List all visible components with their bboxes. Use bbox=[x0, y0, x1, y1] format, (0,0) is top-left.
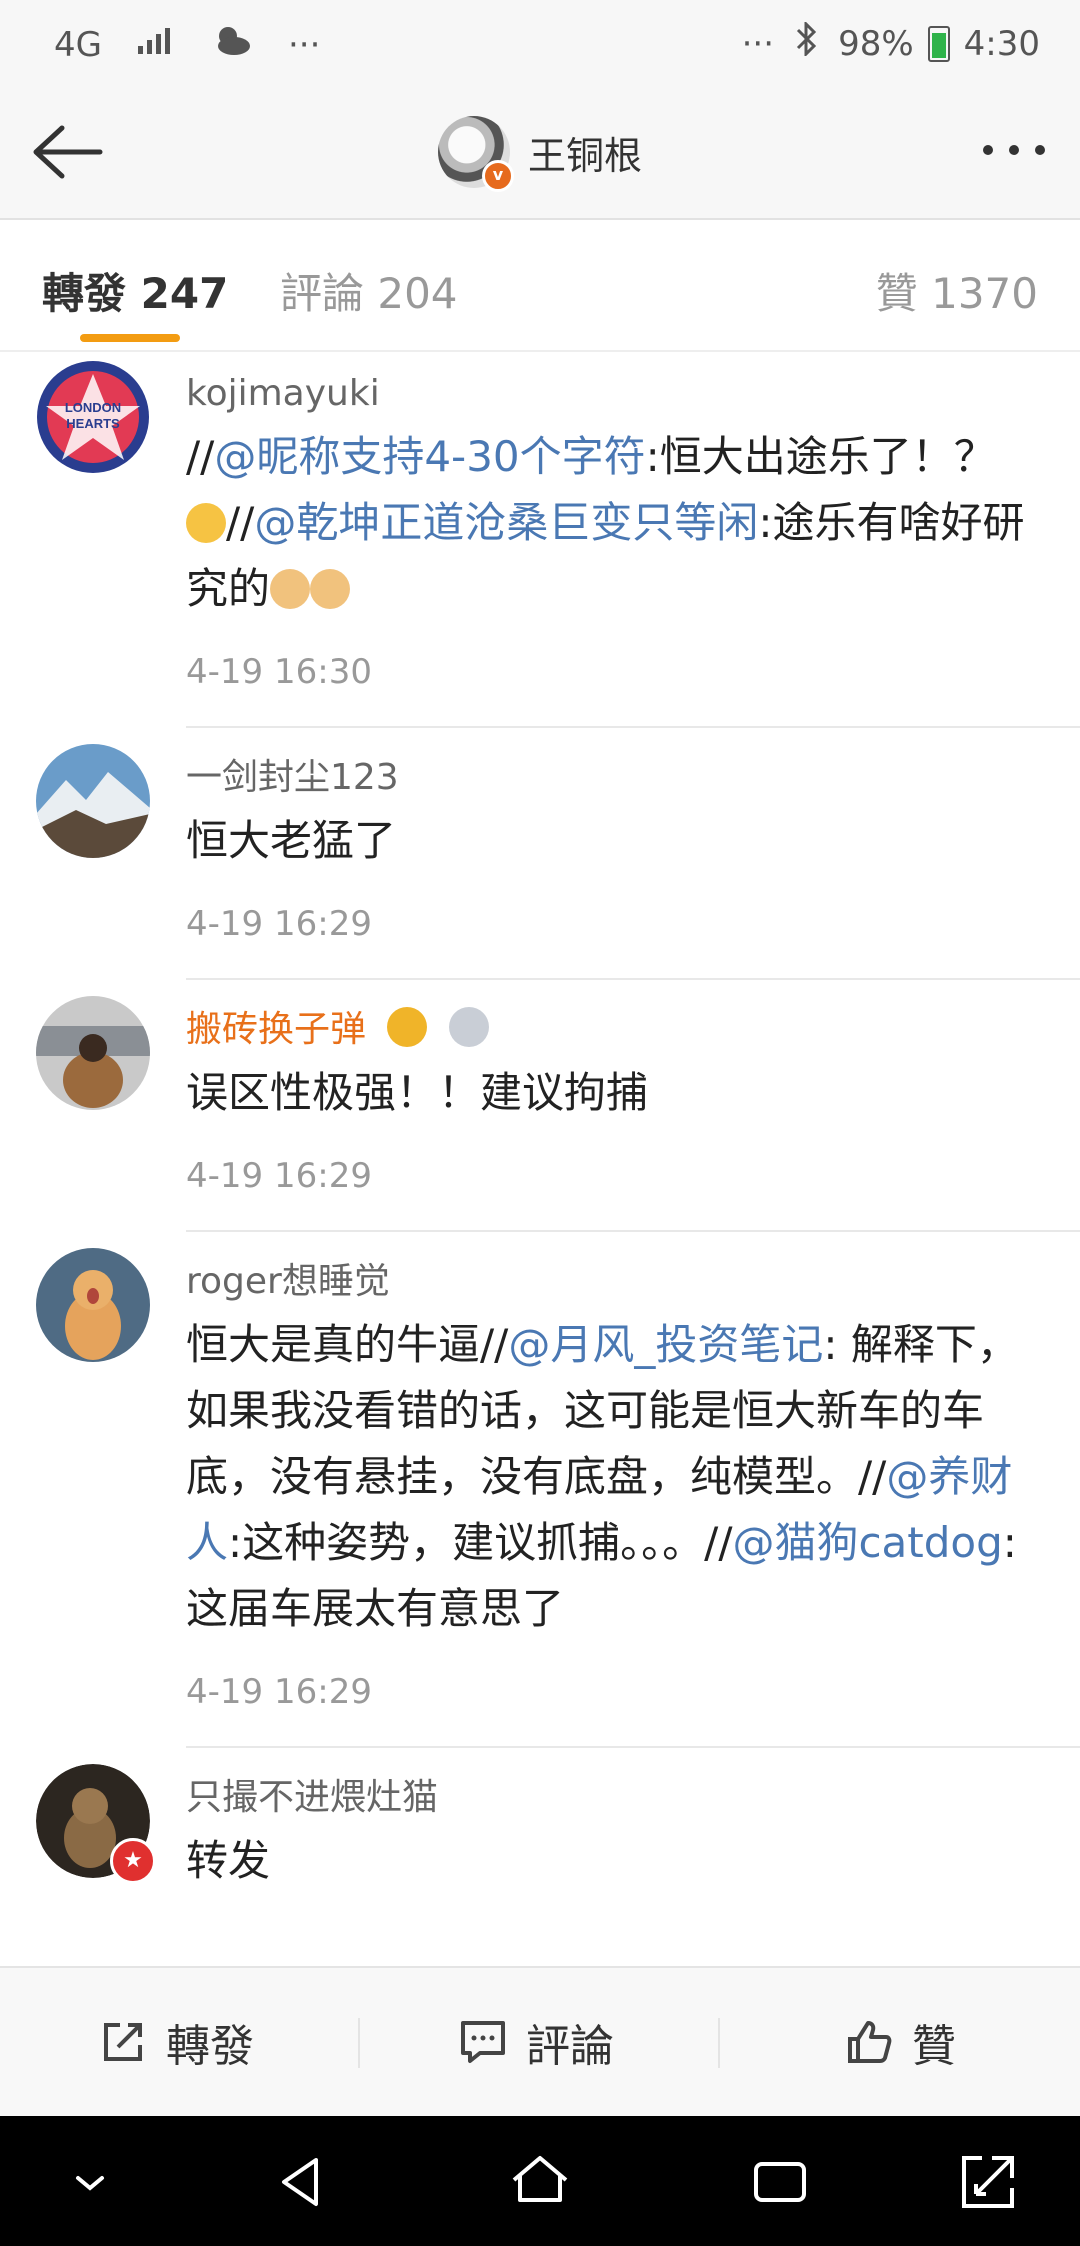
back-nav-button[interactable] bbox=[270, 2150, 334, 2214]
avatar[interactable] bbox=[36, 744, 150, 858]
crown-badge-icon bbox=[387, 1007, 428, 1047]
mention-link[interactable]: @月风_投资笔记 bbox=[508, 1320, 823, 1369]
thumbs-up-icon bbox=[848, 2021, 892, 2063]
like-label: 贊 bbox=[912, 2021, 956, 2072]
chevron-down-icon bbox=[76, 2176, 104, 2191]
divider bbox=[718, 2018, 720, 2068]
tab-likes[interactable]: 贊 1370 bbox=[876, 260, 1038, 321]
repost-text: 误区性极强！！建议拘捕 bbox=[186, 1060, 1040, 1126]
system-nav-bar bbox=[0, 2116, 1080, 2246]
repost-text: 恒大是真的牛逼//@月风_投资笔记: 解释下，如果我没看错的话，这可能是恒大新车… bbox=[186, 1312, 1040, 1642]
tab-indicator bbox=[80, 334, 180, 342]
action-bar: 轉發 評論 贊 bbox=[0, 1966, 1080, 2118]
list-item[interactable]: roger想睡觉 恒大是真的牛逼//@月风_投资笔记: 解释下，如果我没看错的话… bbox=[0, 1230, 1080, 1748]
timestamp: 4-19 16:30 bbox=[186, 652, 372, 692]
smile-emoji-icon bbox=[186, 503, 226, 543]
user-name-text: 搬砖换子弹 bbox=[186, 1009, 367, 1050]
verified-badge-icon: v bbox=[482, 160, 514, 192]
avatar[interactable] bbox=[36, 1248, 150, 1362]
expand-button[interactable] bbox=[956, 2150, 1020, 2214]
repost-icon bbox=[104, 2023, 142, 2061]
avatar[interactable]: LONDON HEARTS bbox=[36, 360, 150, 474]
battery-icon bbox=[927, 25, 950, 62]
like-button[interactable]: 贊 bbox=[844, 2012, 956, 2072]
list-item[interactable]: 搬砖换子弹 误区性极强！！建议拘捕 4-19 16:29 bbox=[0, 978, 1080, 1232]
repost-text: 恒大老猛了 bbox=[186, 808, 1040, 874]
author-name: 王铜根 bbox=[528, 133, 643, 178]
list-item[interactable]: LONDON HEARTS kojimayuki //@昵称支持4-30个字符:… bbox=[0, 352, 1080, 728]
text-segment: :恒大出途乐了！？ bbox=[645, 432, 996, 481]
recents-icon bbox=[754, 2162, 806, 2202]
tab-reposts[interactable]: 轉發 247 bbox=[42, 260, 228, 321]
author-avatar: v bbox=[438, 116, 514, 192]
text-segment: 恒大老猛了 bbox=[186, 816, 397, 865]
post-author[interactable]: v 王铜根 bbox=[438, 116, 643, 192]
timestamp: 4-19 16:29 bbox=[186, 1156, 372, 1196]
top-nav: v 王铜根 bbox=[0, 90, 1080, 220]
text-segment: 转发 bbox=[186, 1836, 271, 1885]
bluetooth-icon bbox=[788, 20, 824, 65]
comment-icon bbox=[461, 2021, 505, 2063]
repost-list: LONDON HEARTS kojimayuki //@昵称支持4-30个字符:… bbox=[0, 352, 1080, 1928]
status-bar: 4G ··· ··· 98% 4:30 bbox=[0, 0, 1080, 90]
tab-bar: 轉發 247 評論 204 贊 1370 bbox=[0, 220, 1080, 352]
text-segment: // bbox=[226, 498, 255, 547]
doge-emoji-icon bbox=[270, 569, 311, 609]
doge-emoji-icon bbox=[310, 569, 351, 609]
svg-text:LONDON: LONDON bbox=[65, 400, 121, 415]
back-arrow-icon bbox=[33, 125, 103, 179]
text-segment: // bbox=[186, 432, 215, 481]
hide-keyboard-button[interactable] bbox=[58, 2150, 122, 2214]
user-name[interactable]: 搬砖换子弹 bbox=[186, 1006, 1040, 1054]
text-segment: 误区性极强！！建议拘捕 bbox=[186, 1068, 649, 1117]
svg-text:HEARTS: HEARTS bbox=[66, 416, 120, 431]
mention-link[interactable]: @猫狗catdog bbox=[732, 1518, 1002, 1567]
avatar[interactable] bbox=[36, 996, 150, 1110]
tab-comments[interactable]: 評論 204 bbox=[280, 260, 458, 321]
text-segment: 恒大是真的牛逼// bbox=[186, 1320, 509, 1369]
repost-label: 轉發 bbox=[166, 2021, 254, 2072]
timestamp: 4-19 16:29 bbox=[186, 904, 372, 944]
home-button[interactable] bbox=[508, 2150, 572, 2214]
repost-text: //@昵称支持4-30个字符:恒大出途乐了！？ //@乾坤正道沧桑巨变只等闲:途… bbox=[186, 424, 1040, 622]
vip-badge-icon: ★ bbox=[110, 1838, 156, 1884]
mention-link[interactable]: @乾坤正道沧桑巨变只等闲 bbox=[254, 498, 758, 547]
clock: 4:30 bbox=[963, 23, 1040, 64]
mention-link[interactable]: @昵称支持4-30个字符 bbox=[214, 432, 645, 481]
avatar[interactable]: ★ bbox=[36, 1764, 156, 1884]
repost-button[interactable]: 轉發 bbox=[98, 2012, 254, 2072]
comment-label: 評論 bbox=[526, 2021, 614, 2072]
list-item[interactable]: 一剑封尘123 恒大老猛了 4-19 16:29 bbox=[0, 726, 1080, 980]
more-options-button[interactable] bbox=[978, 130, 1050, 170]
medal-badge-icon bbox=[448, 1007, 489, 1047]
battery-percent: 98% bbox=[838, 23, 914, 64]
weather-icon bbox=[210, 22, 254, 67]
user-name[interactable]: roger想睡觉 bbox=[186, 1258, 1040, 1306]
repost-text: 转发 bbox=[186, 1828, 1040, 1894]
user-name[interactable]: 一剑封尘123 bbox=[186, 754, 1040, 802]
timestamp: 4-19 16:29 bbox=[186, 1672, 372, 1712]
triangle-back-icon bbox=[282, 2158, 318, 2206]
more-status-icon-right: ··· bbox=[741, 23, 775, 64]
user-name[interactable]: kojimayuki bbox=[186, 370, 1040, 418]
signal-icon bbox=[136, 24, 176, 65]
network-label: 4G bbox=[54, 24, 102, 65]
comment-button[interactable]: 評論 bbox=[458, 2012, 614, 2072]
more-status-icon: ··· bbox=[287, 24, 321, 65]
more-dots-icon bbox=[983, 145, 1045, 155]
list-item[interactable]: ★ 只撮不进煨灶猫 转发 bbox=[0, 1746, 1080, 1928]
text-segment: :这种姿势，建议抓捕。。。// bbox=[228, 1518, 733, 1567]
recents-button[interactable] bbox=[748, 2150, 812, 2214]
expand-icon bbox=[962, 2156, 1014, 2208]
home-icon bbox=[512, 2156, 568, 2202]
user-name[interactable]: 只撮不进煨灶猫 bbox=[186, 1774, 1040, 1822]
divider bbox=[358, 2018, 360, 2068]
back-button[interactable] bbox=[28, 120, 104, 184]
